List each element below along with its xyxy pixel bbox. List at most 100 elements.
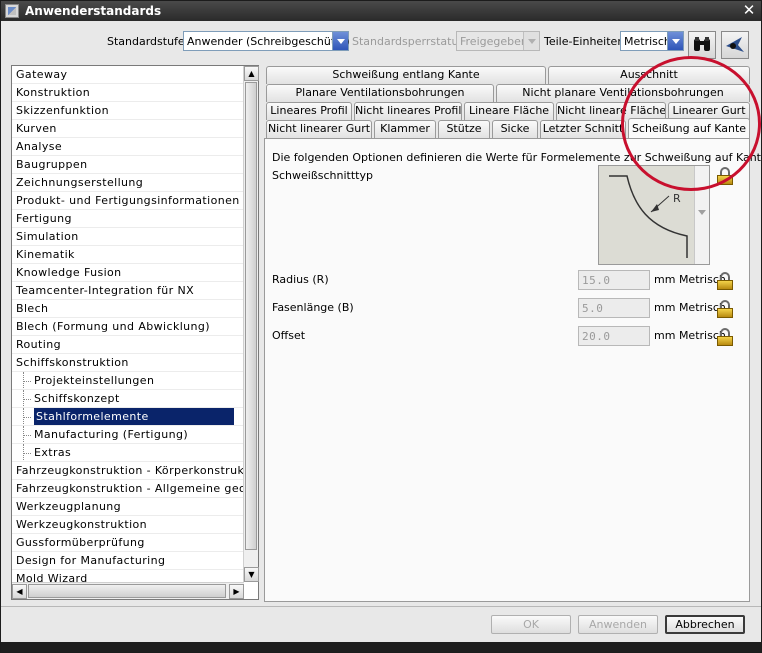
scroll-right-icon[interactable]: ▶ [229,584,244,599]
tree-item[interactable]: Zeichnungserstellung [12,174,244,192]
tree-item[interactable]: Schiffskonstruktion [12,354,244,372]
tree-item[interactable]: Simulation [12,228,244,246]
weld-profile-image: R [609,175,688,258]
sperrstatus-dropdown[interactable]: Freigegeben [456,31,540,51]
tree-item[interactable]: Mold Wizard [12,570,244,582]
unit-mm: mm [654,301,676,314]
tree-item[interactable]: Kurven [12,120,244,138]
scroll-left-icon[interactable]: ◀ [12,584,27,599]
offset-field[interactable]: 20.0 [578,326,650,346]
einheiten-label: Teile-Einheiten [544,35,625,48]
einheiten-dropdown[interactable]: Metrisch [620,31,684,51]
chevron-down-icon[interactable] [332,32,348,50]
tree-item-label: Analyse [16,140,63,153]
tree-item-label: Fahrzeugkonstruktion - Körperkonstruktio… [16,464,244,477]
tree-item-label: Produkt- und Fertigungsinformationen [16,194,240,207]
tree-item[interactable]: Projekteinstellungen [12,372,244,390]
tree-item[interactable]: Skizzenfunktion [12,102,244,120]
scroll-up-icon[interactable]: ▲ [244,66,259,81]
find-button[interactable] [688,31,716,59]
standardstufe-label: Standardstufe [107,35,185,48]
tree-item[interactable]: Fahrzeugkonstruktion - Körperkonstruktio… [12,462,244,480]
binoculars-icon [694,37,710,51]
tree-item[interactable]: Produkt- und Fertigungsinformationen [12,192,244,210]
tab-letzter-schnitt[interactable]: Letzter Schnitt [540,120,626,138]
scrollbar-thumb[interactable] [245,82,257,550]
tree-item-label: Schiffskonstruktion [16,356,129,369]
tab-stuetze[interactable]: Stütze [438,120,490,138]
tree-item[interactable]: Fahrzeugkonstruktion - Allgemeine geom. [12,480,244,498]
tab-klammer[interactable]: Klammer [374,120,436,138]
close-icon[interactable]: ✕ [741,2,757,19]
tree-item[interactable]: Fertigung [12,210,244,228]
fase-field[interactable]: 5.0 [578,298,650,318]
tree-item-label: Konstruktion [16,86,91,99]
radius-label: Radius (R) [272,273,329,286]
tree-item[interactable]: Baugruppen [12,156,244,174]
unit-mm: mm [654,273,676,286]
tree-item[interactable]: Werkzeugplanung [12,498,244,516]
chevron-down-icon[interactable] [667,32,683,50]
tree-item-label: Blech (Formung und Abwicklung) [16,320,210,333]
tree-item[interactable]: Extras [12,444,244,462]
category-tree[interactable]: Gateway Konstruktion Skizzenfunktion Kurven… [11,65,259,600]
tree-item-label: Baugruppen [16,158,88,171]
tree-item-label: Zeichnungserstellung [16,176,144,189]
tree-item-label: Kinematik [16,248,75,261]
tree-item-label: Extras [34,446,72,459]
tab-nicht-lineares-profil[interactable]: Nicht lineares Profil [354,102,462,120]
tree-item[interactable]: Analyse [12,138,244,156]
tree-item[interactable]: Knowledge Fusion [12,264,244,282]
tree-horizontal-scrollbar[interactable]: ◀ ▶ [12,582,244,599]
lock-icon[interactable] [717,167,733,185]
apply-button[interactable]: Anwenden [578,615,658,634]
window-title: Anwenderstandards [25,4,162,18]
tab-schweissung-auf-kante[interactable]: Scheißung auf Kante [628,118,750,138]
tree-item-label: Teamcenter-Integration für NX [16,284,195,297]
tree-vertical-scrollbar[interactable]: ▲ ▼ [243,66,259,582]
lock-icon[interactable] [717,328,733,346]
standardstufe-dropdown[interactable]: Anwender (Schreibgeschützt) [183,31,350,51]
tree-item[interactable]: Schiffskonzept [12,390,244,408]
tool-button[interactable] [721,31,749,59]
tree-item[interactable]: Routing [12,336,244,354]
lock-icon[interactable] [717,272,733,290]
tab-nicht-linearer-gurt[interactable]: Nicht linearer Gurt [266,120,372,138]
tab-planare-ventilationsbohrungen[interactable]: Planare Ventilationsbohrungen [266,84,494,102]
radius-field[interactable]: 15.0 [578,270,650,290]
tab-ausschnitt[interactable]: Ausschnitt [548,66,750,84]
tree-item[interactable]: Stahlformelemente [12,408,244,426]
tree-item-label: Fertigung [16,212,72,225]
scrollbar-thumb[interactable] [28,584,226,598]
swoosh-icon [726,37,744,52]
tree-item[interactable]: Konstruktion [12,84,244,102]
tab-schweissung-entlang-kante[interactable]: Schweißung entlang Kante [266,66,546,84]
offset-unit: mm Metrisch [654,329,726,342]
tab-lineare-flaeche[interactable]: Lineare Fläche [464,102,554,120]
chevron-down-icon[interactable] [698,210,706,215]
tree-item[interactable]: Kinematik [12,246,244,264]
tree-item[interactable]: Blech [12,300,244,318]
cancel-button[interactable]: Abbrechen [665,615,745,634]
tab-panel: Die folgenden Optionen definieren die We… [264,138,762,602]
tree-item[interactable]: Blech (Formung und Abwicklung) [12,318,244,336]
title-bar: Anwenderstandards ✕ [1,1,761,21]
tree-list: Gateway Konstruktion Skizzenfunktion Kurven… [12,66,244,582]
tree-item[interactable]: Teamcenter-Integration für NX [12,282,244,300]
weld-cut-type-preview[interactable]: R [598,165,710,265]
tab-lineares-profil[interactable]: Lineares Profil [266,102,352,120]
scroll-down-icon[interactable]: ▼ [244,567,259,582]
lock-icon[interactable] [717,300,733,318]
tree-item[interactable]: Gussformüberprüfung [12,534,244,552]
chevron-down-icon[interactable] [523,32,539,50]
ok-button[interactable]: OK [491,615,571,634]
tree-item[interactable]: Manufacturing (Fertigung) [12,426,244,444]
tree-item-label: Mold Wizard [16,572,88,582]
tree-item[interactable]: Werkzeugkonstruktion [12,516,244,534]
tree-item[interactable]: Design for Manufacturing [12,552,244,570]
tab-sicke[interactable]: Sicke [492,120,538,138]
tab-nicht-planare-ventilationsbohrungen[interactable]: Nicht planare Ventilationsbohrungen [496,84,750,102]
tree-item[interactable]: Gateway [12,66,244,84]
sperrstatus-value: Freigegeben [460,35,528,48]
preview-scrollbar[interactable] [694,166,709,264]
